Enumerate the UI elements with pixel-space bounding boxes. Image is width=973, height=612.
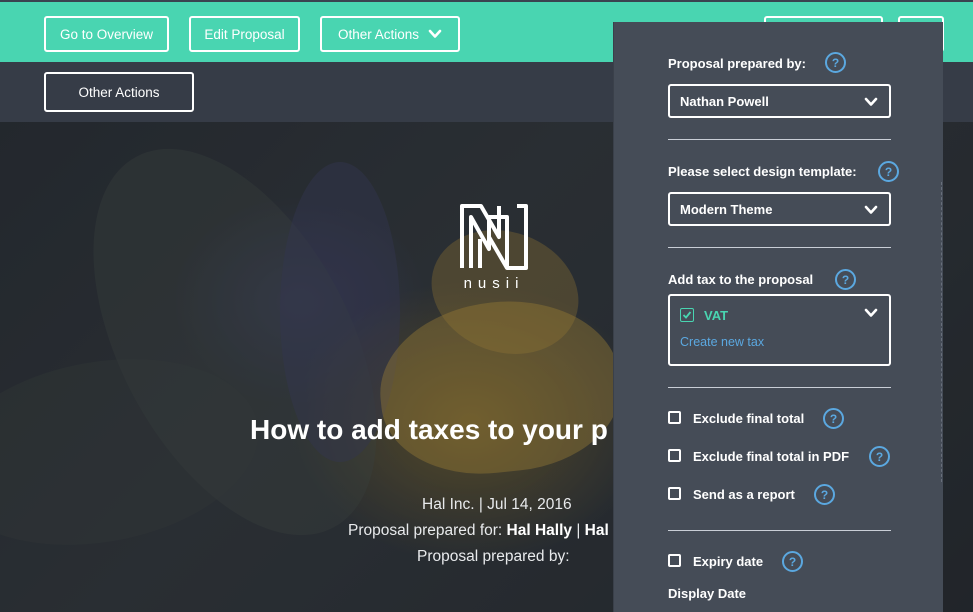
section-divider	[668, 387, 891, 388]
other-actions-dropdown-button[interactable]: Other Actions	[320, 16, 460, 52]
help-icon[interactable]: ?	[869, 446, 890, 467]
prepared-for-company: Hal	[584, 522, 609, 539]
prepared-by-select[interactable]: Nathan Powell	[668, 84, 891, 118]
section-divider	[668, 247, 891, 248]
prepared-by-value: Nathan Powell	[680, 93, 769, 109]
help-icon[interactable]: ?	[835, 269, 856, 290]
send-as-report-label: Send as a report	[693, 487, 795, 502]
chevron-down-icon	[864, 205, 878, 214]
design-template-value: Modern Theme	[680, 201, 773, 217]
display-date-title: Display Date	[668, 586, 747, 601]
proposal-settings-panel: Proposal prepared by: ? Nathan Powell Pl…	[613, 22, 943, 612]
prepared-by-line: Proposal prepared by:	[417, 548, 570, 565]
prepared-for-line: Proposal prepared for: Hal Hally | Hal	[348, 522, 609, 540]
exclude-final-total-pdf-label: Exclude final total in PDF	[693, 449, 850, 464]
nusii-logo-icon	[460, 204, 528, 270]
proposal-title: How to add taxes to your p	[250, 414, 608, 445]
exclude-final-total-checkbox[interactable]	[668, 411, 681, 424]
section-divider	[668, 530, 891, 531]
panel-scroll-guide	[941, 182, 942, 482]
chevron-down-icon	[428, 29, 442, 38]
go-to-overview-label: Go to Overview	[59, 26, 154, 42]
other-actions-button[interactable]: Other Actions	[44, 72, 194, 112]
edit-proposal-button[interactable]: Edit Proposal	[189, 16, 300, 52]
design-template-title: Please select design template:	[668, 164, 857, 179]
checkmark-icon	[682, 311, 692, 319]
edit-proposal-label: Edit Proposal	[204, 26, 285, 42]
chevron-down-icon	[864, 97, 878, 106]
prepared-for-name: Hal Hally	[506, 522, 573, 539]
exclude-final-total-label: Exclude final total	[693, 411, 805, 426]
prepared-by-title: Proposal prepared by:	[668, 56, 806, 71]
design-template-select[interactable]: Modern Theme	[668, 192, 891, 226]
tax-title: Add tax to the proposal	[668, 272, 814, 287]
other-actions-label: Other Actions	[337, 26, 420, 42]
company-date-line: Hal Inc. | Jul 14, 2016	[422, 496, 572, 513]
help-icon[interactable]: ?	[814, 484, 835, 505]
help-icon[interactable]: ?	[823, 408, 844, 429]
exclude-final-total-pdf-checkbox[interactable]	[668, 449, 681, 462]
expiry-date-label: Expiry date	[693, 554, 764, 569]
help-icon[interactable]: ?	[825, 52, 846, 73]
prepared-for-separator: |	[572, 522, 585, 539]
vat-checkbox[interactable]	[680, 308, 694, 322]
vat-label: VAT	[704, 308, 729, 323]
other-actions-sub-label: Other Actions	[78, 84, 160, 100]
help-icon[interactable]: ?	[878, 161, 899, 182]
logo-wordmark: nusii	[463, 275, 525, 292]
send-as-report-checkbox[interactable]	[668, 487, 681, 500]
section-divider	[668, 139, 891, 140]
tax-multiselect[interactable]: VAT Create new tax	[668, 294, 891, 366]
prepared-for-prefix: Proposal prepared for:	[348, 522, 507, 539]
go-to-overview-button[interactable]: Go to Overview	[44, 16, 169, 52]
expiry-date-checkbox[interactable]	[668, 554, 681, 567]
create-new-tax-link[interactable]: Create new tax	[680, 335, 764, 349]
help-icon[interactable]: ?	[782, 551, 803, 572]
chevron-down-icon[interactable]	[864, 306, 878, 320]
